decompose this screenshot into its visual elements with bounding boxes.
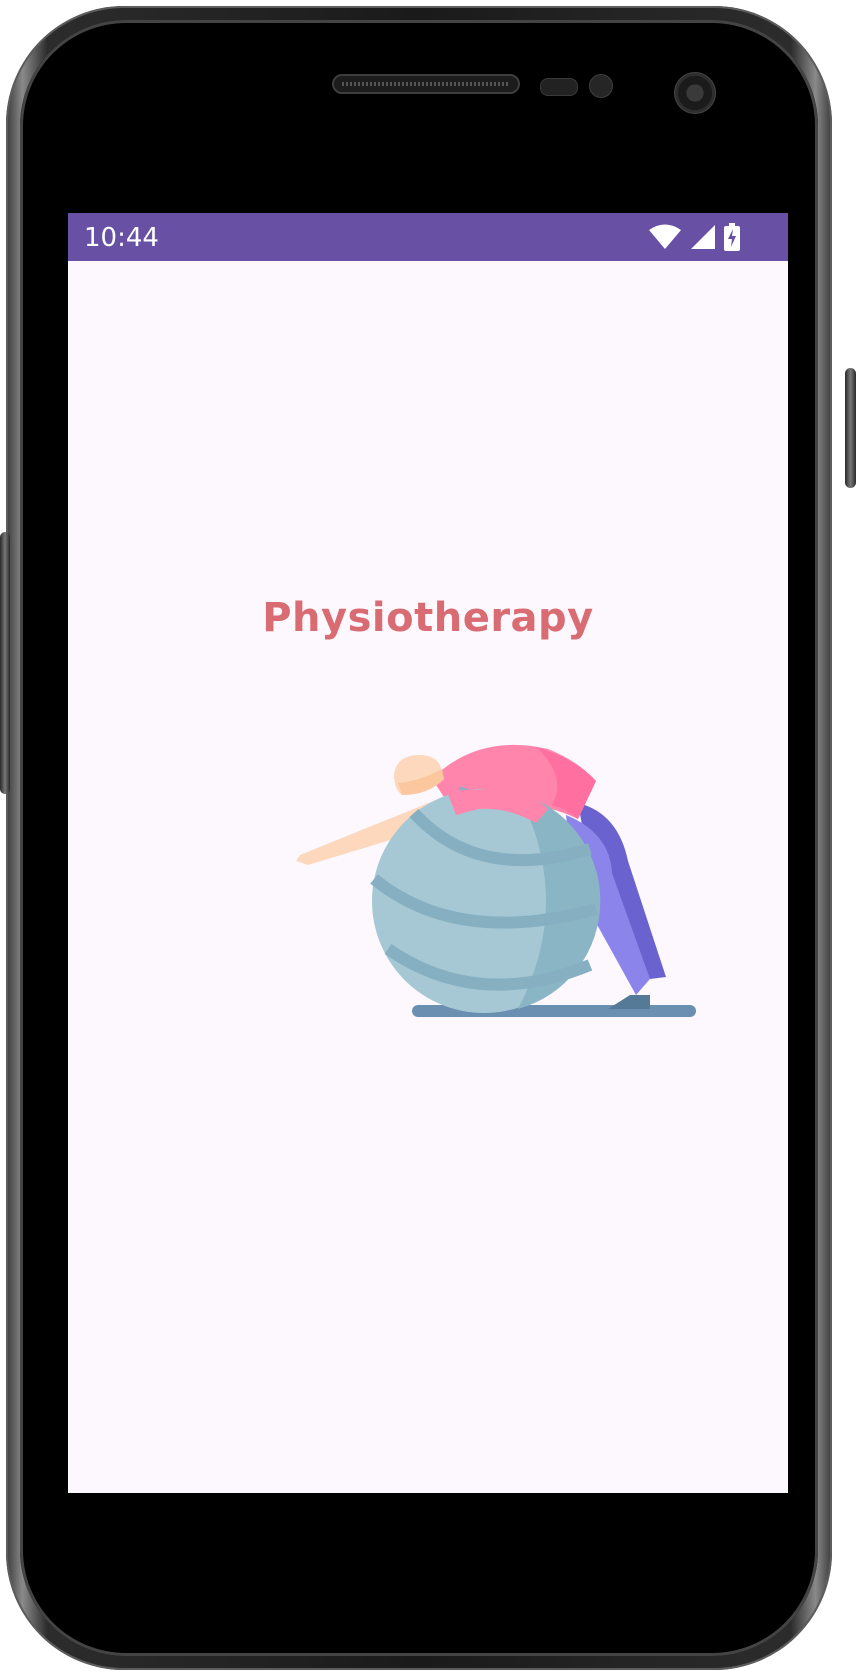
- shoe: [608, 995, 650, 1009]
- battery-charging-icon: [724, 223, 740, 251]
- page-title: Physiotherapy: [262, 595, 594, 641]
- status-bar: 10:44: [68, 213, 788, 261]
- wifi-icon: [649, 224, 681, 249]
- proximity-sensor: [540, 78, 578, 96]
- physiotherapy-illustration: [296, 744, 696, 1017]
- volume-button: [0, 532, 10, 794]
- front-camera: [674, 72, 716, 114]
- status-icons: [648, 223, 740, 251]
- earpiece-speaker: [332, 74, 520, 94]
- status-time: 10:44: [84, 223, 159, 253]
- app-screen: 10:44 Physiotherapy: [68, 213, 788, 1493]
- exercise-ball: [370, 786, 601, 1013]
- power-button: [845, 368, 856, 488]
- cellular-signal-icon: [691, 225, 715, 249]
- light-sensor: [589, 74, 613, 98]
